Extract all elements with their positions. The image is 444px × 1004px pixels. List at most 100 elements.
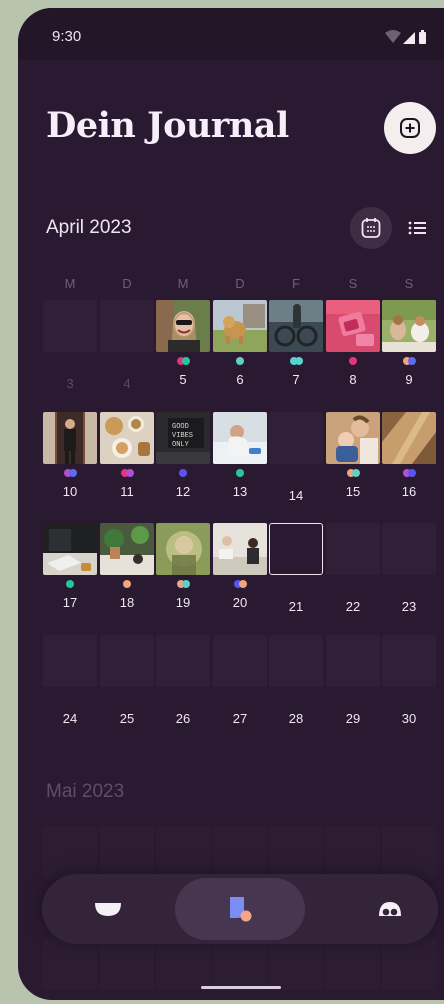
nav-mood-tab[interactable]: [68, 874, 148, 944]
day-number: 3: [66, 376, 74, 391]
day-cell-empty[interactable]: [100, 826, 154, 878]
photo-thumbnail: [382, 300, 436, 352]
photo-thumbnail: [100, 523, 154, 575]
mood-dot: [181, 357, 190, 365]
mood-dot: [351, 469, 360, 477]
day-photo-5[interactable]: [156, 300, 210, 352]
day-cell-empty[interactable]: [156, 938, 210, 990]
day-photo-13[interactable]: [213, 412, 267, 464]
mood-dots: [326, 469, 380, 477]
mood-dot: [123, 580, 131, 588]
day-number: 11: [120, 484, 134, 499]
day-cell-empty[interactable]: [213, 826, 267, 878]
mood-dots: [100, 580, 154, 588]
mood-dot: [349, 357, 357, 365]
day-cell-empty[interactable]: [382, 523, 436, 575]
day-number: 18: [119, 595, 135, 610]
day-number: 23: [401, 599, 417, 614]
day-cell-empty[interactable]: [269, 412, 323, 464]
day-cell-empty[interactable]: [43, 938, 97, 990]
nav-profile-tab[interactable]: [350, 874, 430, 944]
day-cell-empty[interactable]: [382, 826, 436, 878]
day-number: 5: [179, 372, 187, 387]
day-cell-empty[interactable]: [100, 300, 154, 352]
day-cell-empty[interactable]: [43, 300, 97, 352]
day-number: 29: [345, 711, 361, 726]
day-photo-10[interactable]: [43, 412, 97, 464]
mood-dots: [156, 357, 210, 365]
day-cell-empty[interactable]: [326, 826, 380, 878]
day-photo-6[interactable]: [213, 300, 267, 352]
mood-dots: [213, 469, 267, 477]
photo-thumbnail: [43, 412, 97, 464]
day-number: 30: [401, 711, 417, 726]
mood-dots: [382, 357, 436, 365]
day-cell-empty[interactable]: [156, 826, 210, 878]
day-photo-20[interactable]: [213, 523, 267, 575]
mood-dots: [382, 469, 436, 477]
photo-thumbnail: [156, 523, 210, 575]
day-number: 10: [62, 484, 78, 499]
photo-thumbnail: [43, 523, 97, 575]
day-cell-empty[interactable]: [43, 826, 97, 878]
mood-dot: [294, 357, 303, 365]
day-cell-empty[interactable]: [213, 938, 267, 990]
day-cell-today[interactable]: [269, 523, 323, 575]
day-photo-12[interactable]: GOOD VIBES ONLY: [156, 412, 210, 464]
day-cell-empty[interactable]: [326, 635, 380, 687]
phone-screen: 9:30 Dein Journal April 2023 M D M D F S…: [18, 8, 444, 1000]
mood-dots: [213, 580, 267, 588]
day-cell-empty[interactable]: [269, 938, 323, 990]
day-photo-9[interactable]: [382, 300, 436, 352]
day-photo-18[interactable]: [100, 523, 154, 575]
mood-dot: [179, 469, 187, 477]
day-photo-15[interactable]: [326, 412, 380, 464]
svg-text:VIBES: VIBES: [172, 432, 193, 440]
journal-shapes-icon: [230, 897, 252, 922]
day-cell-empty[interactable]: [382, 938, 436, 990]
day-number: 8: [349, 372, 357, 387]
day-cell-empty[interactable]: [269, 826, 323, 878]
day-photo-19[interactable]: [156, 523, 210, 575]
mood-dots: [100, 469, 154, 477]
day-cell-empty[interactable]: [326, 938, 380, 990]
day-number: 26: [175, 711, 191, 726]
home-indicator: [201, 986, 281, 989]
day-number: 25: [119, 711, 135, 726]
mood-dot: [407, 357, 416, 365]
next-month-label: Mai 2023: [46, 781, 125, 802]
day-number: 7: [292, 372, 300, 387]
day-cell-empty[interactable]: [382, 635, 436, 687]
day-cell-empty[interactable]: [326, 523, 380, 575]
photo-thumbnail: [213, 412, 267, 464]
mood-dots: [326, 357, 380, 365]
day-photo-7[interactable]: [269, 300, 323, 352]
mood-dot: [66, 580, 74, 588]
day-photo-16[interactable]: [382, 412, 436, 464]
day-number: 15: [345, 484, 361, 499]
day-cell-empty[interactable]: [43, 635, 97, 687]
nav-journal-tab[interactable]: [175, 878, 305, 940]
day-number: 14: [288, 488, 304, 503]
day-photo-11[interactable]: [100, 412, 154, 464]
mood-dots: [156, 469, 210, 477]
day-cell-empty[interactable]: [100, 938, 154, 990]
face-icon: [379, 902, 401, 916]
day-photo-8[interactable]: [326, 300, 380, 352]
mood-dot: [236, 357, 244, 365]
day-cell-empty[interactable]: [100, 635, 154, 687]
day-cell-empty[interactable]: [213, 635, 267, 687]
day-cell-empty[interactable]: [269, 635, 323, 687]
day-number: 24: [62, 711, 78, 726]
mood-dot: [238, 580, 247, 588]
photo-thumbnail: [326, 412, 380, 464]
day-number: 16: [401, 484, 417, 499]
day-number: 20: [232, 595, 248, 610]
day-cell-empty[interactable]: [156, 635, 210, 687]
photo-thumbnail: GOODVIBESONLY: [156, 412, 210, 464]
mood-dots: [156, 580, 210, 588]
mood-dots: [269, 357, 323, 365]
day-number: 17: [62, 595, 78, 610]
day-photo-17[interactable]: [43, 523, 97, 575]
photo-thumbnail: [213, 300, 267, 352]
